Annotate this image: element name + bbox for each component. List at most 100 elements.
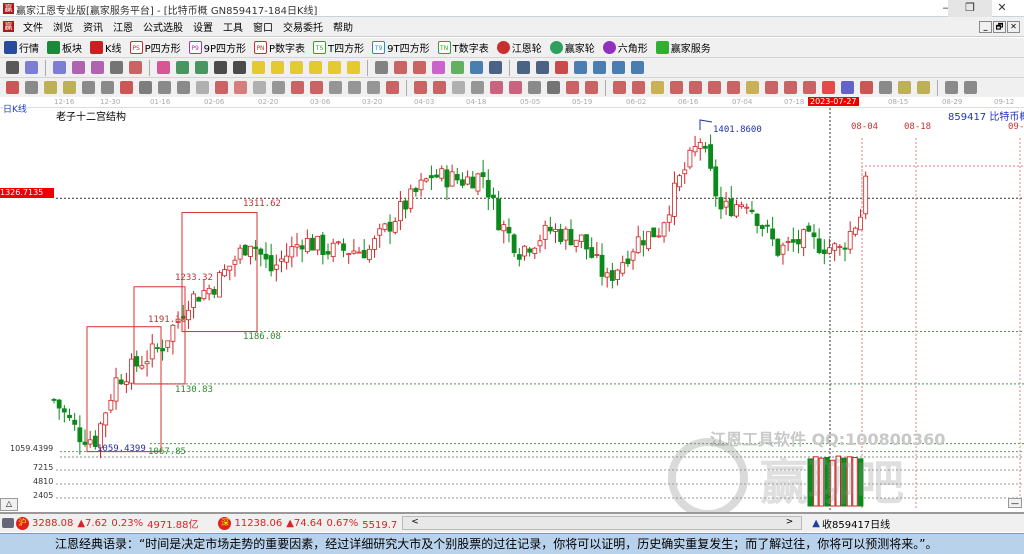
draw-tool-33-icon[interactable] xyxy=(632,81,645,94)
chart-tool-26-icon[interactable] xyxy=(517,61,530,74)
chart-tool-27-icon[interactable] xyxy=(536,61,549,74)
chart-tool-23-icon[interactable] xyxy=(451,61,464,74)
scroll-right-button[interactable]: > xyxy=(786,517,794,529)
toolbar-button-t-square[interactable]: TS T四方形 xyxy=(313,40,364,55)
draw-tool-44-icon[interactable] xyxy=(841,81,854,94)
kline-chart[interactable]: 1401.8600 1059.4399 1067.85 1130.83 1186.08 1… xyxy=(0,102,1024,518)
draw-tool-25-icon[interactable] xyxy=(471,81,484,94)
toolbar-button-winner-wheel[interactable]: 赢家轮 xyxy=(549,40,595,55)
toolbar-button-gann-wheel[interactable]: 江恩轮 xyxy=(496,40,542,55)
draw-tool-20-icon[interactable] xyxy=(367,81,380,94)
menu-item[interactable]: 资讯 xyxy=(83,19,103,34)
draw-tool-48-icon[interactable] xyxy=(917,81,930,94)
collapse-button[interactable]: — xyxy=(1008,498,1022,508)
chart-tool-17-icon[interactable] xyxy=(328,61,341,74)
chart-tool-31-icon[interactable] xyxy=(612,61,625,74)
draw-tool-32-icon[interactable] xyxy=(613,81,626,94)
draw-tool-24-icon[interactable] xyxy=(452,81,465,94)
chart-tool-4-icon[interactable] xyxy=(72,61,85,74)
draw-tool-16-icon[interactable] xyxy=(291,81,304,94)
chart-tool-15-icon[interactable] xyxy=(290,61,303,74)
draw-tool-31-icon[interactable] xyxy=(585,81,598,94)
draw-tool-47-icon[interactable] xyxy=(898,81,911,94)
draw-tool-19-icon[interactable] xyxy=(348,81,361,94)
calculator-icon[interactable] xyxy=(2,518,14,528)
chart-tool-2-icon[interactable] xyxy=(25,61,38,74)
draw-tool-34-icon[interactable] xyxy=(651,81,664,94)
chart-tool-1-icon[interactable] xyxy=(6,61,19,74)
chart-tool-9-icon[interactable] xyxy=(176,61,189,74)
chart-tool-11-icon[interactable] xyxy=(214,61,227,74)
toolbar-button-p-square[interactable]: PS P四方形 xyxy=(129,40,181,55)
draw-tool-15-icon[interactable] xyxy=(272,81,285,94)
toolbar-button-kline[interactable]: K线 xyxy=(90,40,122,55)
chart-tool-19-icon[interactable] xyxy=(375,61,388,74)
draw-tool-14-icon[interactable] xyxy=(253,81,266,94)
chart-tool-16-icon[interactable] xyxy=(309,61,322,74)
close-button[interactable]: ✕ xyxy=(980,0,1024,17)
draw-tool-5-icon[interactable] xyxy=(82,81,95,94)
mdi-close-button[interactable]: ✕ xyxy=(1007,21,1020,33)
chart-tool-30-icon[interactable] xyxy=(593,61,606,74)
toolbar-button-t-number-table[interactable]: TN T数字表 xyxy=(437,40,489,55)
draw-tool-39-icon[interactable] xyxy=(746,81,759,94)
draw-tool-11-icon[interactable] xyxy=(196,81,209,94)
chart-tool-10-icon[interactable] xyxy=(195,61,208,74)
draw-tool-8-icon[interactable] xyxy=(139,81,152,94)
chart-tool-14-icon[interactable] xyxy=(271,61,284,74)
chart-tool-21-icon[interactable] xyxy=(413,61,426,74)
draw-tool-46-icon[interactable] xyxy=(879,81,892,94)
draw-tool-9-icon[interactable] xyxy=(158,81,171,94)
draw-tool-42-icon[interactable] xyxy=(803,81,816,94)
draw-tool-21-icon[interactable] xyxy=(386,81,399,94)
draw-tool-23-icon[interactable] xyxy=(433,81,446,94)
chart-tool-8-icon[interactable] xyxy=(157,61,170,74)
menu-item[interactable]: 工具 xyxy=(223,19,243,34)
draw-tool-41-icon[interactable] xyxy=(784,81,797,94)
draw-tool-1-icon[interactable] xyxy=(6,81,19,94)
draw-tool-17-icon[interactable] xyxy=(310,81,323,94)
horizontal-scrollbar[interactable]: < > xyxy=(402,516,803,530)
chart-tool-18-icon[interactable] xyxy=(347,61,360,74)
draw-tool-3-icon[interactable] xyxy=(44,81,57,94)
chart-tool-20-icon[interactable] xyxy=(394,61,407,74)
draw-tool-18-icon[interactable] xyxy=(329,81,342,94)
draw-tool-4-icon[interactable] xyxy=(63,81,76,94)
draw-tool-13-icon[interactable] xyxy=(234,81,247,94)
mdi-restore-button[interactable]: 🗗 xyxy=(993,21,1006,33)
chart-tool-7-icon[interactable] xyxy=(129,61,142,74)
chart-tool-12-icon[interactable] xyxy=(233,61,246,74)
chart-tool-13-icon[interactable] xyxy=(252,61,265,74)
chart-tool-22-icon[interactable] xyxy=(432,61,445,74)
draw-tool-29-icon[interactable] xyxy=(547,81,560,94)
scroll-left-button[interactable]: < xyxy=(411,517,419,529)
menu-item[interactable]: 浏览 xyxy=(53,19,73,34)
toolbar-button-dollar[interactable]: 赢家服务 xyxy=(655,40,711,55)
toolbar-button-9p-square[interactable]: P9 9P四方形 xyxy=(188,40,246,55)
draw-tool-2-icon[interactable] xyxy=(25,81,38,94)
menu-item[interactable]: 帮助 xyxy=(333,19,353,34)
menu-item[interactable]: 窗口 xyxy=(253,19,273,34)
chart-tool-5-icon[interactable] xyxy=(91,61,104,74)
toolbar-button-sector[interactable]: 板块 xyxy=(47,40,82,55)
draw-tool-43-icon[interactable] xyxy=(822,81,835,94)
toolbar-button-hexagon[interactable]: 六角形 xyxy=(602,40,648,55)
draw-tool-12-icon[interactable] xyxy=(215,81,228,94)
chart-tool-32-icon[interactable] xyxy=(631,61,644,74)
draw-tool-38-icon[interactable] xyxy=(727,81,740,94)
draw-tool-27-icon[interactable] xyxy=(509,81,522,94)
menu-item[interactable]: 设置 xyxy=(193,19,213,34)
toolbar-button-p-number-table[interactable]: PN P数字表 xyxy=(254,40,305,55)
menu-item[interactable]: 江恩 xyxy=(113,19,133,34)
expand-button[interactable]: △ xyxy=(0,498,18,511)
draw-tool-50-icon[interactable] xyxy=(964,81,977,94)
chart-tool-3-icon[interactable] xyxy=(53,61,66,74)
draw-tool-40-icon[interactable] xyxy=(765,81,778,94)
draw-tool-35-icon[interactable] xyxy=(670,81,683,94)
mdi-minimize-button[interactable]: _ xyxy=(979,21,992,33)
draw-tool-26-icon[interactable] xyxy=(490,81,503,94)
draw-tool-6-icon[interactable] xyxy=(101,81,114,94)
chart-tool-29-icon[interactable] xyxy=(574,61,587,74)
draw-tool-49-icon[interactable] xyxy=(945,81,958,94)
chart-tool-28-icon[interactable] xyxy=(555,61,568,74)
